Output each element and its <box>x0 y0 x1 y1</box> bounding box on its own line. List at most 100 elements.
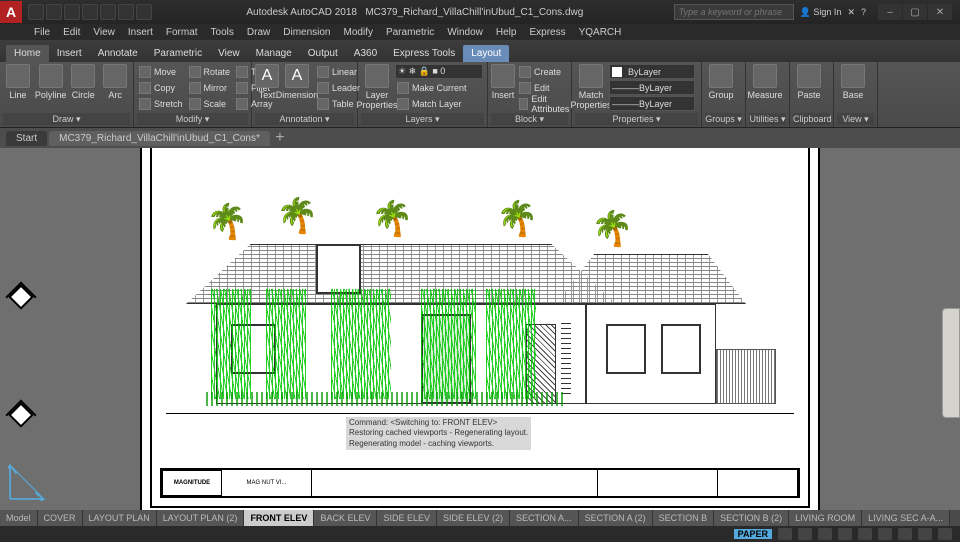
ribbon-tab-home[interactable]: Home <box>6 45 49 62</box>
menu-draw[interactable]: Draw <box>241 27 276 38</box>
polyline-button[interactable]: Polyline <box>35 64 67 100</box>
line-button[interactable]: Line <box>3 64 33 100</box>
maximize-button[interactable]: ▢ <box>903 4 927 20</box>
panel-title-layers[interactable]: Layers ▾ <box>361 113 484 125</box>
tab-start[interactable]: Start <box>6 131 47 146</box>
menu-insert[interactable]: Insert <box>122 27 159 38</box>
scale-button[interactable]: Scale <box>187 96 233 111</box>
ribbon-tab-insert[interactable]: Insert <box>49 45 90 62</box>
ribbon-tab-manage[interactable]: Manage <box>248 45 300 62</box>
save-icon[interactable] <box>64 4 80 20</box>
ortho-icon[interactable] <box>818 528 832 540</box>
paste-button[interactable]: Paste <box>793 64 825 100</box>
menu-express[interactable]: Express <box>523 27 571 38</box>
layout-tab-layout-plan[interactable]: LAYOUT PLAN <box>83 510 157 526</box>
saveas-icon[interactable] <box>82 4 98 20</box>
menu-help[interactable]: Help <box>490 27 523 38</box>
exchange-icon[interactable]: ✕ <box>847 7 855 18</box>
panel-title-clipboard[interactable]: Clipboard <box>793 113 830 125</box>
menu-window[interactable]: Window <box>441 27 489 38</box>
layout-tab-section-a--2-[interactable]: SECTION A (2) <box>579 510 653 526</box>
stretch-button[interactable]: Stretch <box>137 96 185 111</box>
ribbon-tab-express-tools[interactable]: Express Tools <box>385 45 463 62</box>
open-icon[interactable] <box>46 4 62 20</box>
layout-tab-side-elev--2-[interactable]: SIDE ELEV (2) <box>437 510 510 526</box>
circle-button[interactable]: Circle <box>68 64 98 100</box>
annotation-scale-icon[interactable] <box>898 528 912 540</box>
lineweight-combo[interactable]: ———ByLayer <box>609 80 695 95</box>
help-icon[interactable]: ? <box>861 7 866 17</box>
layout-tab-front-elev[interactable]: FRONT ELEV <box>244 510 314 526</box>
polar-icon[interactable] <box>838 528 852 540</box>
base-button[interactable]: Base <box>837 64 869 100</box>
menu-dimension[interactable]: Dimension <box>277 27 336 38</box>
insert-button[interactable]: Insert <box>491 64 515 100</box>
layout-tab-section-b[interactable]: SECTION B <box>653 510 715 526</box>
minimize-button[interactable]: – <box>878 4 902 20</box>
measure-button[interactable]: Measure <box>749 64 781 100</box>
menu-format[interactable]: Format <box>160 27 204 38</box>
clean-screen-icon[interactable] <box>938 528 952 540</box>
add-tab-icon[interactable]: + <box>272 129 288 147</box>
color-combo[interactable]: ByLayer <box>609 64 695 79</box>
paper-space-button[interactable]: PAPER <box>734 529 772 539</box>
undo-icon[interactable] <box>118 4 134 20</box>
snap-icon[interactable] <box>798 528 812 540</box>
search-input[interactable] <box>674 4 794 20</box>
sign-in-button[interactable]: 👤 Sign In <box>800 7 842 18</box>
match-properties-button[interactable]: Match Properties <box>575 64 607 110</box>
dimension-button[interactable]: ADimension <box>281 64 313 100</box>
layout-tab-section-b--2-[interactable]: SECTION B (2) <box>714 510 789 526</box>
grid-icon[interactable] <box>778 528 792 540</box>
menu-yqarch[interactable]: YQARCH <box>573 27 628 38</box>
ribbon-tab-output[interactable]: Output <box>300 45 346 62</box>
new-icon[interactable] <box>28 4 44 20</box>
panel-title-utilities[interactable]: Utilities ▾ <box>749 113 786 125</box>
ribbon-tab-view[interactable]: View <box>210 45 248 62</box>
close-button[interactable]: ✕ <box>928 4 952 20</box>
osnap-icon[interactable] <box>858 528 872 540</box>
panel-title-block[interactable]: Block ▾ <box>491 113 568 125</box>
ribbon-tab-layout[interactable]: Layout <box>463 45 509 62</box>
panel-title-modify[interactable]: Modify ▾ <box>137 113 248 125</box>
rotate-button[interactable]: Rotate <box>187 64 233 79</box>
layout-tab-section-a---[interactable]: SECTION A... <box>510 510 579 526</box>
ribbon-tab-annotate[interactable]: Annotate <box>90 45 146 62</box>
menu-modify[interactable]: Modify <box>338 27 379 38</box>
drawing-viewport[interactable]: Command: <Switching to: FRONT ELEV> Rest… <box>166 148 794 492</box>
autocad-logo[interactable]: A <box>0 1 22 23</box>
panel-title-annotation[interactable]: Annotation ▾ <box>255 113 354 125</box>
layer-combo[interactable]: ☀ ❄ 🔒 ■ 0 <box>395 64 483 79</box>
copy-button[interactable]: Copy <box>137 80 185 95</box>
ribbon-tab-parametric[interactable]: Parametric <box>146 45 210 62</box>
linetype-combo[interactable]: ———ByLayer <box>609 96 695 111</box>
arc-button[interactable]: Arc <box>100 64 130 100</box>
layout-tab-cover[interactable]: COVER <box>38 510 83 526</box>
menu-file[interactable]: File <box>28 27 56 38</box>
drawing-canvas[interactable]: Command: <Switching to: FRONT ELEV> Rest… <box>0 148 960 526</box>
table-button[interactable]: Table <box>315 96 362 111</box>
menu-tools[interactable]: Tools <box>205 27 240 38</box>
linear-button[interactable]: Linear <box>315 64 362 79</box>
side-palette[interactable] <box>942 308 960 418</box>
menu-view[interactable]: View <box>87 27 121 38</box>
tab-document[interactable]: MC379_Richard_VillaChill'inUbud_C1_Cons* <box>49 131 270 146</box>
move-button[interactable]: Move <box>137 64 185 79</box>
panel-title-draw[interactable]: Draw ▾ <box>3 113 130 125</box>
group-button[interactable]: Group <box>705 64 737 100</box>
layer-properties-button[interactable]: Layer Properties <box>361 64 393 110</box>
plot-icon[interactable] <box>100 4 116 20</box>
lwt-icon[interactable] <box>878 528 892 540</box>
layout-tab-model[interactable]: Model <box>0 510 38 526</box>
layout-tab-side-elev[interactable]: SIDE ELEV <box>377 510 437 526</box>
layout-tab-living-room[interactable]: LIVING ROOM <box>789 510 862 526</box>
layout-tab-back-elev[interactable]: BACK ELEV <box>314 510 377 526</box>
block-editattr-button[interactable]: Edit Attributes <box>517 96 574 111</box>
ribbon-tab-a360[interactable]: A360 <box>346 45 385 62</box>
leader-button[interactable]: Leader <box>315 80 362 95</box>
panel-title-view[interactable]: View ▾ <box>837 113 874 125</box>
layout-tab-layout-plan--2-[interactable]: LAYOUT PLAN (2) <box>157 510 245 526</box>
menu-edit[interactable]: Edit <box>57 27 86 38</box>
match-layer-button[interactable]: Match Layer <box>395 96 483 111</box>
workspace-icon[interactable] <box>918 528 932 540</box>
